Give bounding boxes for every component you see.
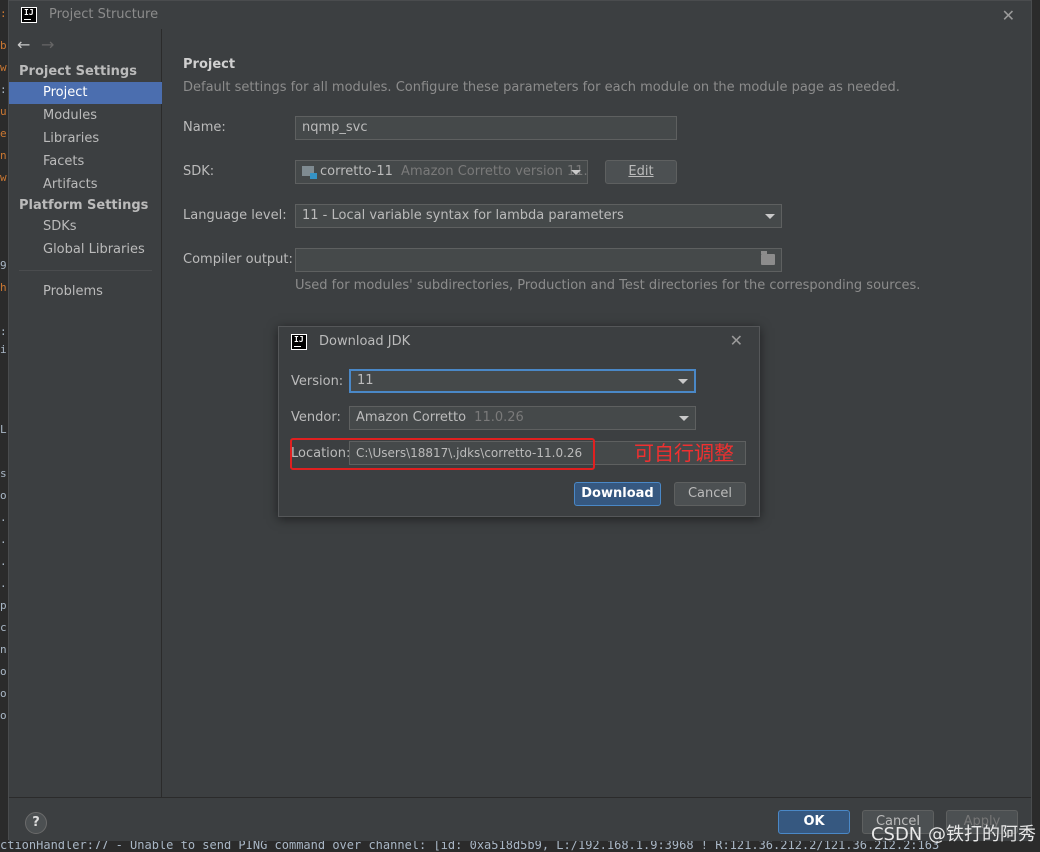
back-arrow-icon[interactable]: ← (17, 35, 41, 54)
sdk-label: SDK: (183, 164, 215, 179)
name-field[interactable]: nqmp_svc (295, 116, 677, 140)
sidebar-item-libraries[interactable]: Libraries (9, 128, 162, 150)
sidebar-item-artifacts[interactable]: Artifacts (9, 174, 162, 196)
forward-arrow-icon[interactable]: → (41, 35, 65, 54)
section-header-project-settings: Project Settings (19, 64, 137, 79)
language-level-value: 11 - Local variable syntax for lambda pa… (302, 208, 624, 223)
background-editor-right (1031, 0, 1040, 852)
version-combobox[interactable]: 11 (349, 369, 696, 393)
sdk-combobox[interactable]: corretto-11 Amazon Corretto version 11.0 (295, 160, 588, 184)
vendor-combobox[interactable]: Amazon Corretto 11.0.26 (349, 406, 696, 430)
chevron-down-icon (765, 214, 775, 219)
sidebar-item-sdks[interactable]: SDKs (9, 216, 162, 238)
intellij-app-icon: IJ (21, 7, 37, 23)
ok-button[interactable]: OK (778, 810, 850, 834)
compiler-output-label: Compiler output: (183, 252, 293, 267)
vendor-label: Vendor: (291, 410, 341, 425)
titlebar: IJ Project Structure ✕ (9, 1, 1031, 29)
sidebar-item-problems[interactable]: Problems (9, 281, 162, 303)
close-icon[interactable]: ✕ (1002, 6, 1015, 25)
vendor-value: Amazon Corretto (356, 410, 467, 425)
language-level-combobox[interactable]: 11 - Local variable syntax for lambda pa… (295, 204, 782, 228)
section-header-platform-settings: Platform Settings (19, 198, 149, 213)
highlight-box (290, 438, 595, 470)
edit-sdk-button[interactable]: Edit (605, 160, 677, 184)
download-jdk-dialog: IJ Download JDK ✕ Version: 11 Vendor: Am… (278, 326, 760, 517)
sidebar-item-modules[interactable]: Modules (9, 105, 162, 127)
help-button[interactable]: ? (25, 812, 47, 834)
sdk-value: corretto-11 (320, 164, 393, 179)
language-level-label: Language level: (183, 208, 287, 223)
chevron-down-icon (678, 379, 688, 384)
folder-icon[interactable] (761, 251, 775, 265)
dialog-cancel-button[interactable]: Cancel (674, 482, 746, 506)
chevron-down-icon (679, 416, 689, 421)
app-icon-label: IJ (294, 335, 304, 344)
window-title: Project Structure (49, 7, 159, 22)
sidebar-item-facets[interactable]: Facets (9, 151, 162, 173)
nav-arrows: ← → (17, 35, 65, 54)
compiler-output-hint: Used for modules' subdirectories, Produc… (295, 278, 921, 293)
version-label: Version: (291, 374, 344, 389)
sdk-detail: Amazon Corretto version 11.0 (401, 164, 588, 179)
intellij-app-icon: IJ (291, 334, 307, 350)
sidebar-divider (19, 270, 152, 271)
sidebar-item-global-libraries[interactable]: Global Libraries (9, 239, 162, 261)
annotation-label: 可自行调整 (634, 441, 734, 465)
name-label: Name: (183, 120, 226, 135)
jdk-folder-icon (302, 166, 317, 179)
app-icon-label: IJ (24, 8, 34, 17)
sidebar: ← → Project Settings Project Modules Libr… (9, 29, 162, 797)
sidebar-item-project[interactable]: Project (9, 82, 162, 104)
version-value: 11 (357, 373, 374, 388)
watermark: CSDN @铁打的阿秀 (870, 824, 1036, 845)
compiler-output-field[interactable] (295, 248, 782, 272)
chevron-down-icon (571, 170, 581, 175)
close-icon[interactable]: ✕ (730, 331, 743, 350)
panel-title: Project (183, 57, 236, 72)
download-button[interactable]: Download (574, 482, 661, 506)
panel-description: Default settings for all modules. Config… (183, 80, 900, 95)
vendor-version: 11.0.26 (474, 410, 524, 425)
dialog-title: Download JDK (319, 334, 411, 349)
